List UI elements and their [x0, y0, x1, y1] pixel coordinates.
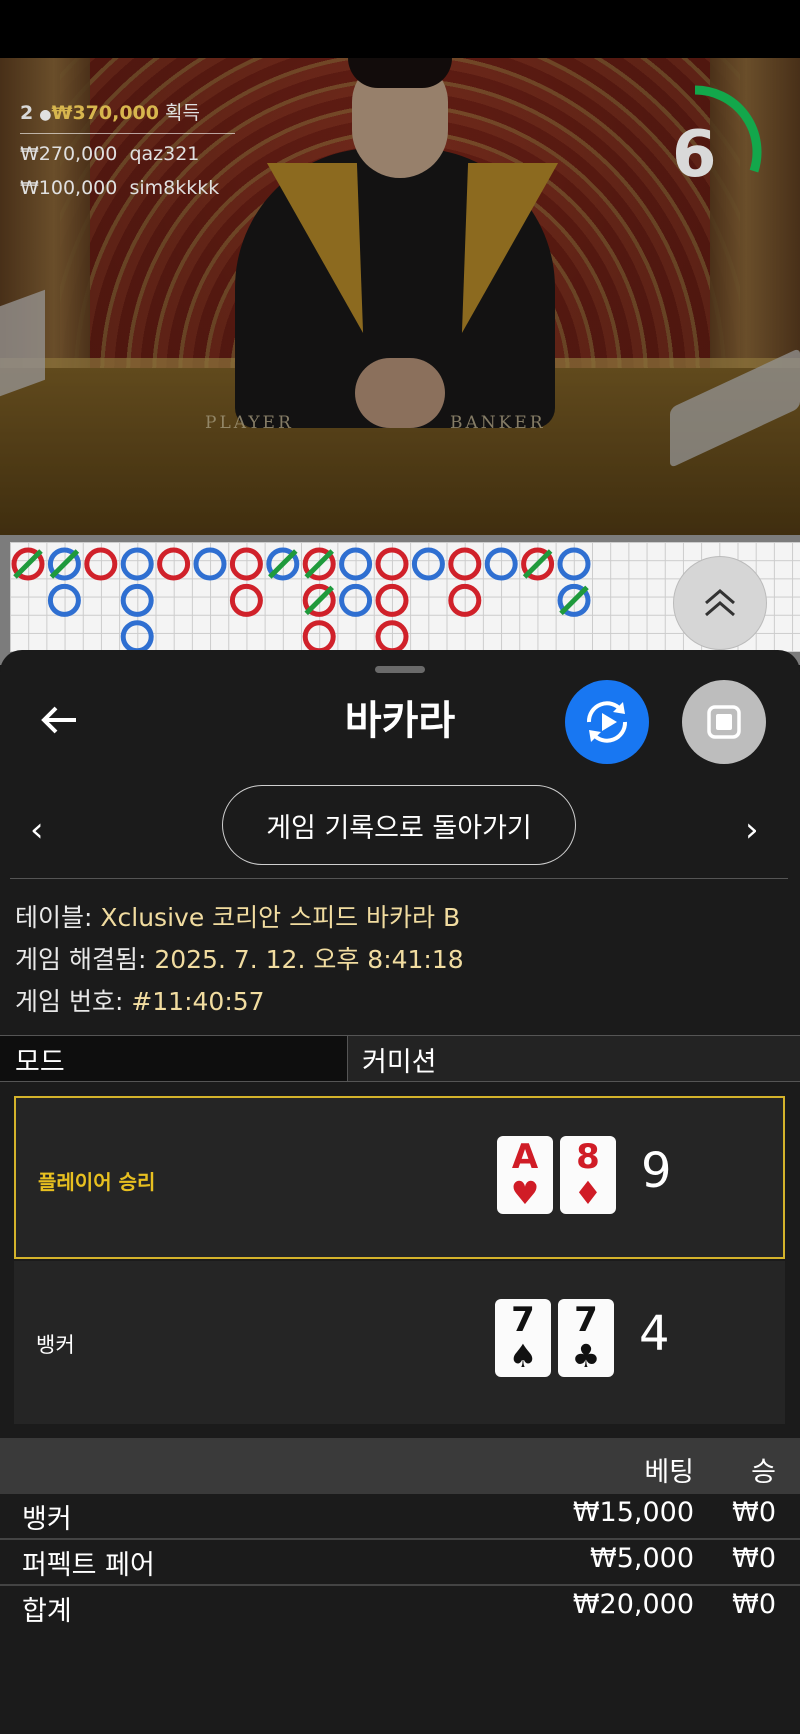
winner-user: qaz321 — [129, 143, 200, 165]
winners-count: 2 — [20, 102, 34, 124]
player-bead — [557, 547, 591, 581]
bet-column-header: 베팅 — [644, 1457, 694, 1488]
player-bead — [120, 547, 154, 581]
win-column-header: 승 — [751, 1457, 776, 1488]
player-bead — [411, 547, 445, 581]
bet-row: 뱅커 ₩15,000 ₩0 — [0, 1494, 800, 1540]
resolved-time: 2025. 7. 12. 오후 8:41:18 — [154, 945, 464, 974]
status-bar — [0, 0, 800, 58]
info-label: 게임 번호: — [15, 987, 124, 1016]
banker-bead — [375, 547, 409, 581]
winners-divider — [20, 133, 235, 134]
mode-value: 커미션 — [362, 1047, 437, 1078]
info-number: 게임 번호: #11:40:57 — [15, 982, 265, 1018]
bet-amount: ₩15,000 — [572, 1497, 694, 1528]
playing-card: 7 ♣ — [558, 1299, 614, 1377]
banker-bead — [84, 547, 118, 581]
player-bead — [339, 547, 373, 581]
bet-name: 뱅커 — [22, 1504, 72, 1535]
winners-suffix: 획득 — [165, 102, 201, 124]
player-bead — [193, 547, 227, 581]
winners-panel: 2 ●₩370,000 획득 ₩270,000 qaz321 ₩100,000 … — [20, 96, 235, 205]
player-hand: 플레이어 승리 A ♥ 8 ♦ 9 — [14, 1096, 785, 1259]
winner-user: sim8kkkk — [129, 177, 220, 199]
playing-card: A ♥ — [497, 1136, 553, 1214]
info-label: 테이블: — [15, 903, 93, 932]
stop-button[interactable] — [682, 680, 766, 764]
mode-label: 모드 — [15, 1047, 65, 1078]
game-number: #11:40:57 — [131, 987, 265, 1016]
person-icon: ● — [39, 107, 52, 123]
winner-row: ₩270,000 qaz321 — [20, 137, 235, 171]
win-amount: ₩0 — [732, 1543, 776, 1574]
hand-total: 9 — [641, 1143, 672, 1199]
player-bead — [484, 547, 518, 581]
bet-total-row: 합계 ₩20,000 ₩0 — [0, 1586, 800, 1630]
back-to-history-button[interactable]: 게임 기록으로 돌아가기 — [222, 785, 576, 865]
winners-total: ₩370,000 — [51, 102, 160, 124]
player-bead — [339, 583, 373, 617]
winner-row: ₩100,000 sim8kkkk — [20, 171, 235, 205]
section-divider — [10, 878, 788, 879]
card-rank: 8 — [576, 1137, 600, 1177]
spade-icon: ♠ — [508, 1337, 538, 1375]
playing-card: 8 ♦ — [560, 1136, 616, 1214]
winner-amount: ₩100,000 — [20, 177, 118, 199]
club-icon: ♣ — [571, 1337, 601, 1375]
heart-icon: ♥ — [510, 1174, 540, 1212]
banker-bead — [448, 583, 482, 617]
win-amount: ₩0 — [732, 1589, 776, 1620]
win-amount: ₩0 — [732, 1497, 776, 1528]
card-rank: 7 — [574, 1300, 598, 1340]
page-title: 바카라 — [344, 698, 456, 744]
banker-bead — [375, 583, 409, 617]
card-rank: A — [511, 1137, 539, 1177]
winner-amount: ₩270,000 — [20, 143, 118, 165]
bet-row: 퍼펙트 페어 ₩5,000 ₩0 — [0, 1540, 800, 1586]
hand-label: 뱅커 — [36, 1333, 75, 1357]
bet-amount: ₩20,000 — [572, 1589, 694, 1620]
banker-bead — [448, 547, 482, 581]
mode-row: 모드 커미션 — [0, 1035, 800, 1082]
banker-hand: 뱅커 7 ♠ 7 ♣ 4 — [14, 1261, 785, 1424]
diamond-icon: ♦ — [573, 1174, 603, 1212]
player-bead — [47, 583, 81, 617]
bet-name: 합계 — [22, 1596, 72, 1627]
bets-header: 베팅 승 — [0, 1438, 800, 1494]
info-label: 게임 해결됨: — [15, 945, 147, 974]
double-chevron-up-icon — [705, 589, 735, 617]
countdown-number: 6 — [672, 118, 717, 192]
player-bead — [120, 620, 154, 652]
expand-road-button[interactable] — [673, 556, 767, 650]
banker-bead — [229, 547, 263, 581]
playing-card: 7 ♠ — [495, 1299, 551, 1377]
banker-bead — [302, 620, 336, 652]
info-resolved: 게임 해결됨: 2025. 7. 12. 오후 8:41:18 — [15, 940, 464, 976]
stop-icon — [707, 705, 741, 739]
winners-summary: 2 ●₩370,000 획득 — [20, 96, 235, 132]
replay-button[interactable] — [565, 680, 649, 764]
banker-bead — [229, 583, 263, 617]
bet-amount: ₩5,000 — [590, 1543, 694, 1574]
bet-name: 퍼펙트 페어 — [22, 1550, 155, 1581]
sheet-drag-handle[interactable] — [375, 666, 425, 673]
hand-total: 4 — [639, 1306, 670, 1362]
banker-bead — [157, 547, 191, 581]
hand-label: 플레이어 승리 — [38, 1170, 156, 1194]
card-rank: 7 — [511, 1300, 535, 1340]
player-bead — [120, 583, 154, 617]
next-game-button[interactable]: › — [745, 810, 759, 850]
banker-bead — [375, 620, 409, 652]
table-name: Xclusive 코리안 스피드 바카라 B — [100, 903, 461, 932]
info-table: 테이블: Xclusive 코리안 스피드 바카라 B — [15, 898, 460, 934]
previous-game-button[interactable]: ‹ — [30, 810, 44, 850]
mode-label-cell: 모드 — [0, 1036, 348, 1081]
replay-icon — [586, 701, 628, 743]
